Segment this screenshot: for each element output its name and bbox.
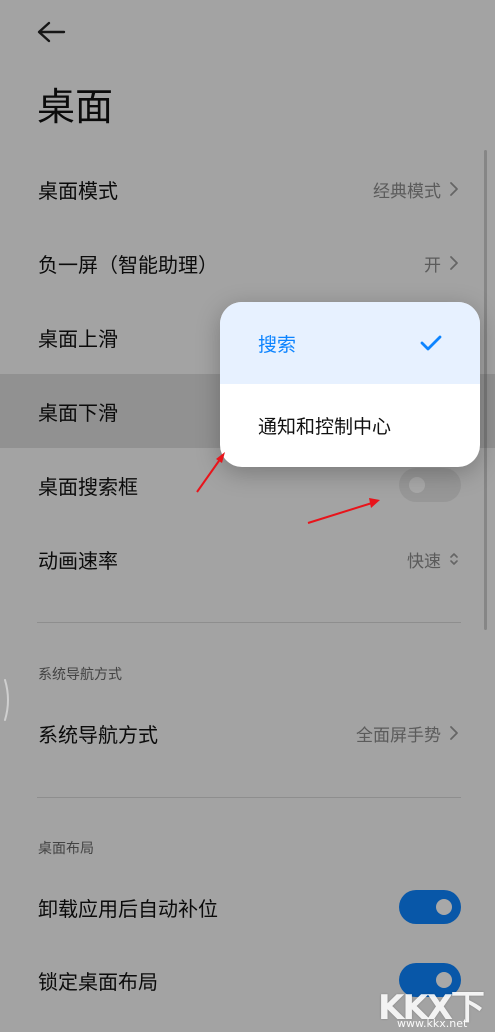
menu-option-label: 搜索 (258, 333, 297, 356)
watermark-url: www.kkx.net (397, 1017, 468, 1030)
menu-option-label: 通知和控制中心 (258, 415, 392, 438)
checkmark-icon (420, 335, 442, 351)
back-gesture-handle-icon (4, 679, 9, 721)
menu-option-notification-control-center[interactable]: 通知和控制中心 (220, 384, 480, 466)
modal-scrim[interactable] (0, 0, 495, 1032)
menu-option-search[interactable]: 搜索 (220, 302, 480, 384)
swipe-down-action-menu: 搜索 通知和控制中心 (220, 302, 480, 467)
